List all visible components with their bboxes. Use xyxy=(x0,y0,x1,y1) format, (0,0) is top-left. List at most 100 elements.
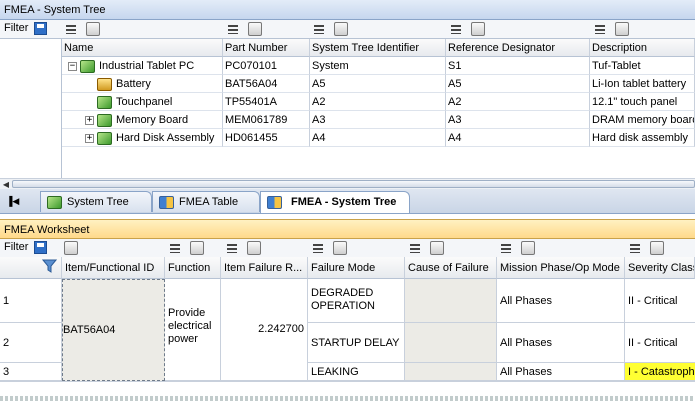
tree-node[interactable]: − Industrial Tablet PC xyxy=(62,57,223,75)
expand-icon[interactable]: + xyxy=(85,133,94,143)
tree-row[interactable]: Touchpanel TP55401A A2 A2 12.1" touch pa… xyxy=(0,93,695,111)
filter-value-button[interactable] xyxy=(334,22,348,36)
function-text-line: power xyxy=(168,333,198,345)
filter-value-button[interactable] xyxy=(471,22,485,36)
description-cell[interactable]: DRAM memory board xyxy=(590,111,695,129)
filter-operator-icon[interactable] xyxy=(314,25,324,34)
filter-value-button[interactable] xyxy=(333,241,347,255)
filter-value-button[interactable] xyxy=(247,241,261,255)
tab-fmea-system-tree[interactable]: FMEA - System Tree xyxy=(260,191,410,213)
tab-fmea-table[interactable]: FMEA Table xyxy=(152,191,260,212)
tree-node[interactable]: Battery xyxy=(62,75,223,93)
part-number-cell[interactable]: MEM061789 xyxy=(223,111,310,129)
filter-value-button[interactable] xyxy=(64,241,78,255)
cause-of-failure-cell[interactable] xyxy=(405,323,497,363)
mission-phase-cell[interactable]: All Phases xyxy=(497,363,625,381)
filter-value-button[interactable] xyxy=(521,241,535,255)
system-tree-identifier-cell[interactable]: System xyxy=(310,57,446,75)
row-number[interactable]: 1 xyxy=(0,279,62,323)
failure-rate-cell[interactable]: 2.242700 xyxy=(221,279,308,381)
failure-mode-cell[interactable]: STARTUP DELAY xyxy=(308,323,405,363)
description-cell[interactable]: Hard disk assembly xyxy=(590,129,695,147)
column-header-failure-rate[interactable]: Item Failure R... xyxy=(221,257,308,279)
row-number[interactable]: 2 xyxy=(0,323,62,363)
row-number[interactable]: 3 xyxy=(0,363,62,381)
filter-value-button[interactable] xyxy=(615,22,629,36)
reference-designator-cell[interactable]: S1 xyxy=(446,57,590,75)
column-header-description[interactable]: Description xyxy=(590,39,695,57)
system-tree-identifier-cell[interactable]: A2 xyxy=(310,93,446,111)
tree-node[interactable]: + Hard Disk Assembly xyxy=(62,129,223,147)
failure-mode-cell[interactable]: DEGRADED OPERATION xyxy=(308,279,405,323)
filter-operator-icon[interactable] xyxy=(501,244,511,253)
column-header-system-tree-identifier[interactable]: System Tree Identifier xyxy=(310,39,446,57)
part-number-cell[interactable]: PC070101 xyxy=(223,57,310,75)
column-header-severity-class[interactable]: Severity Class xyxy=(625,257,695,279)
description-cell[interactable]: Li-Ion tablet battery xyxy=(590,75,695,93)
part-number-cell[interactable]: BAT56A04 xyxy=(223,75,310,93)
severity-class-cell[interactable]: II - Critical xyxy=(625,279,695,323)
column-header-reference-designator[interactable]: Reference Designator xyxy=(446,39,590,57)
part-number-cell[interactable]: HD061455 xyxy=(223,129,310,147)
filter-operator-icon[interactable] xyxy=(228,25,238,34)
cause-of-failure-cell[interactable] xyxy=(405,363,497,381)
failure-mode-cell[interactable]: LEAKING xyxy=(308,363,405,381)
tree-row[interactable]: Battery BAT56A04 A5 A5 Li-Ion tablet bat… xyxy=(0,75,695,93)
filter-value-button[interactable] xyxy=(190,241,204,255)
column-header-part-number[interactable]: Part Number xyxy=(223,39,310,57)
filter-value-button[interactable] xyxy=(86,22,100,36)
column-header-mission-phase[interactable]: Mission Phase/Op Mode xyxy=(497,257,625,279)
reference-designator-cell[interactable]: A3 xyxy=(446,111,590,129)
filter-value-button[interactable] xyxy=(650,241,664,255)
tab-system-tree[interactable]: System Tree xyxy=(40,191,152,212)
description-cell[interactable]: 12.1" touch panel xyxy=(590,93,695,111)
tree-row[interactable]: + Hard Disk Assembly HD061455 A4 A4 Hard … xyxy=(0,129,695,147)
save-filter-icon[interactable] xyxy=(34,241,47,254)
column-header-name[interactable]: Name xyxy=(62,39,223,57)
filter-operator-icon[interactable] xyxy=(451,25,461,34)
tree-node-label: Battery xyxy=(116,78,151,90)
tab-label: FMEA - System Tree xyxy=(291,196,397,208)
tree-node[interactable]: + Memory Board xyxy=(62,111,223,129)
severity-class-cell[interactable]: II - Critical xyxy=(625,323,695,363)
tree-row[interactable]: − Industrial Tablet PC PC070101 System S1… xyxy=(0,57,695,75)
filter-operator-icon[interactable] xyxy=(595,25,605,34)
scroll-left-icon[interactable]: ◀ xyxy=(1,180,11,189)
reference-designator-cell[interactable]: A5 xyxy=(446,75,590,93)
filter-operator-icon[interactable] xyxy=(410,244,420,253)
funnel-icon[interactable] xyxy=(42,259,57,273)
description-cell[interactable]: Tuf-Tablet xyxy=(590,57,695,75)
column-header-item-id[interactable]: Item/Functional ID xyxy=(62,257,165,279)
cause-of-failure-cell[interactable] xyxy=(405,279,497,323)
scroll-thumb[interactable] xyxy=(12,180,695,188)
severity-class-cell[interactable]: I - Catastrophic xyxy=(625,363,695,381)
expand-icon[interactable]: + xyxy=(85,115,94,125)
horizontal-scrollbar[interactable]: ◀ xyxy=(0,178,695,189)
tree-row[interactable]: + Memory Board MEM061789 A3 A3 DRAM memor… xyxy=(0,111,695,129)
function-cell[interactable]: Provide electrical power xyxy=(165,279,221,381)
mission-phase-cell[interactable]: All Phases xyxy=(497,279,625,323)
system-tree-identifier-cell[interactable]: A5 xyxy=(310,75,446,93)
filter-operator-icon[interactable] xyxy=(170,244,180,253)
column-header-failure-mode[interactable]: Failure Mode xyxy=(308,257,405,279)
system-tree-identifier-cell[interactable]: A3 xyxy=(310,111,446,129)
column-header-cause-of-failure[interactable]: Cause of Failure xyxy=(405,257,497,279)
filter-operator-icon[interactable] xyxy=(313,244,323,253)
tab-label: System Tree xyxy=(67,196,129,208)
collapse-icon[interactable]: − xyxy=(68,61,77,71)
item-id-cell[interactable]: BAT56A04 xyxy=(62,279,165,381)
filter-operator-icon[interactable] xyxy=(630,244,640,253)
tree-node[interactable]: Touchpanel xyxy=(62,93,223,111)
filter-operator-icon[interactable] xyxy=(66,25,76,34)
first-tab-icon[interactable]: ▐◀ xyxy=(6,196,19,207)
system-tree-identifier-cell[interactable]: A4 xyxy=(310,129,446,147)
part-number-cell[interactable]: TP55401A xyxy=(223,93,310,111)
mission-phase-cell[interactable]: All Phases xyxy=(497,323,625,363)
filter-value-button[interactable] xyxy=(430,241,444,255)
reference-designator-cell[interactable]: A2 xyxy=(446,93,590,111)
filter-value-button[interactable] xyxy=(248,22,262,36)
filter-operator-icon[interactable] xyxy=(227,244,237,253)
save-filter-icon[interactable] xyxy=(34,22,47,35)
reference-designator-cell[interactable]: A4 xyxy=(446,129,590,147)
column-header-function[interactable]: Function xyxy=(165,257,221,279)
